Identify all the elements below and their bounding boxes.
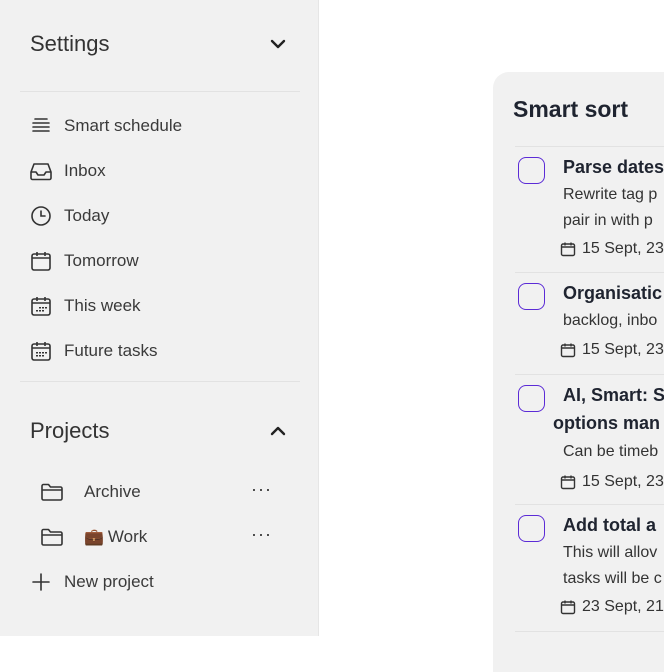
- task-checkbox[interactable]: [518, 385, 545, 412]
- nav-this-week[interactable]: This week: [30, 291, 141, 321]
- task-item[interactable]: Organisatic backlog, inbo 15 Sept, 23: [515, 272, 664, 375]
- task-item[interactable]: Parse dates Rewrite tag p pair in with p…: [515, 146, 664, 273]
- task-checkbox[interactable]: [518, 515, 545, 542]
- task-date: 23 Sept, 21: [560, 598, 664, 616]
- calendar-future-icon: [30, 340, 52, 362]
- calendar-icon: [30, 250, 52, 272]
- task-description: This will allov: [563, 544, 658, 561]
- task-description: Can be timeb: [563, 443, 659, 460]
- task-title-line2: options man: [553, 413, 660, 433]
- task-date: 15 Sept, 23: [560, 341, 664, 359]
- task-date-text: 15 Sept, 23: [582, 240, 664, 257]
- task-title: AI, Smart: S: [563, 385, 664, 405]
- more-options-icon[interactable]: ···: [251, 524, 272, 545]
- nav-label: This week: [64, 296, 141, 315]
- task-title: Add total a: [563, 515, 656, 535]
- projects-title: Projects: [30, 418, 110, 443]
- task-item[interactable]: AI, Smart: S options man Can be timeb 15…: [515, 374, 664, 505]
- task-title: Organisatic: [563, 283, 663, 303]
- inbox-icon: [30, 160, 52, 182]
- new-project-button[interactable]: New project: [30, 567, 154, 597]
- more-options-icon[interactable]: ···: [251, 479, 272, 500]
- nav-smart-schedule[interactable]: Smart schedule: [30, 111, 182, 141]
- task-description: tasks will be c: [563, 570, 662, 587]
- nav-label: Smart schedule: [64, 116, 183, 135]
- clock-icon: [30, 205, 52, 227]
- project-archive[interactable]: Archive ···: [40, 477, 280, 507]
- nav-label: Tomorrow: [64, 251, 139, 270]
- calendar-icon: [560, 475, 576, 490]
- settings-title: Settings: [30, 31, 110, 56]
- nav-today[interactable]: Today: [30, 201, 109, 231]
- task-checkbox[interactable]: [518, 283, 545, 310]
- chevron-down-icon[interactable]: [268, 34, 288, 54]
- task-date-text: 15 Sept, 23: [582, 473, 664, 490]
- task-date-text: 23 Sept, 21: [582, 598, 664, 615]
- settings-header[interactable]: Settings: [30, 29, 288, 59]
- task-checkbox[interactable]: [518, 157, 545, 184]
- chevron-up-icon[interactable]: [268, 421, 288, 441]
- panel-title: Smart sort: [513, 96, 629, 122]
- project-label: Archive: [84, 482, 141, 501]
- nav-label: Future tasks: [64, 341, 158, 360]
- nav-label: Inbox: [64, 161, 106, 180]
- nav-label: Today: [64, 206, 110, 225]
- new-project-label: New project: [64, 572, 154, 591]
- sidebar: Settings Smart schedule Inbox Today Tomo…: [0, 0, 319, 636]
- project-work[interactable]: 💼 Work ···: [40, 522, 280, 552]
- task-description: Rewrite tag p: [563, 186, 658, 203]
- task-date: 15 Sept, 23: [560, 473, 664, 491]
- divider: [20, 91, 300, 92]
- calendar-week-icon: [30, 295, 52, 317]
- task-description: backlog, inbo: [563, 312, 658, 329]
- smart-sort-panel: Smart sort Parse dates Rewrite tag p pai…: [493, 72, 664, 672]
- nav-inbox[interactable]: Inbox: [30, 156, 106, 186]
- calendar-icon: [560, 600, 576, 615]
- task-title: Parse dates: [563, 157, 664, 177]
- projects-header[interactable]: Projects: [30, 416, 288, 446]
- project-label: Work: [107, 527, 148, 546]
- briefcase-icon: 💼: [84, 529, 104, 546]
- task-date-text: 15 Sept, 23: [582, 341, 664, 358]
- task-item[interactable]: Add total a This will allov tasks will b…: [515, 504, 664, 632]
- task-date: 15 Sept, 23: [560, 240, 664, 258]
- folder-icon: [40, 481, 64, 503]
- folder-icon: [40, 526, 64, 548]
- nav-tomorrow[interactable]: Tomorrow: [30, 246, 139, 276]
- lines-icon: [30, 115, 52, 137]
- nav-future-tasks[interactable]: Future tasks: [30, 336, 158, 366]
- divider: [20, 381, 300, 382]
- calendar-icon: [560, 242, 576, 257]
- plus-icon: [30, 571, 52, 593]
- task-description: pair in with p: [563, 212, 653, 229]
- calendar-icon: [560, 343, 576, 358]
